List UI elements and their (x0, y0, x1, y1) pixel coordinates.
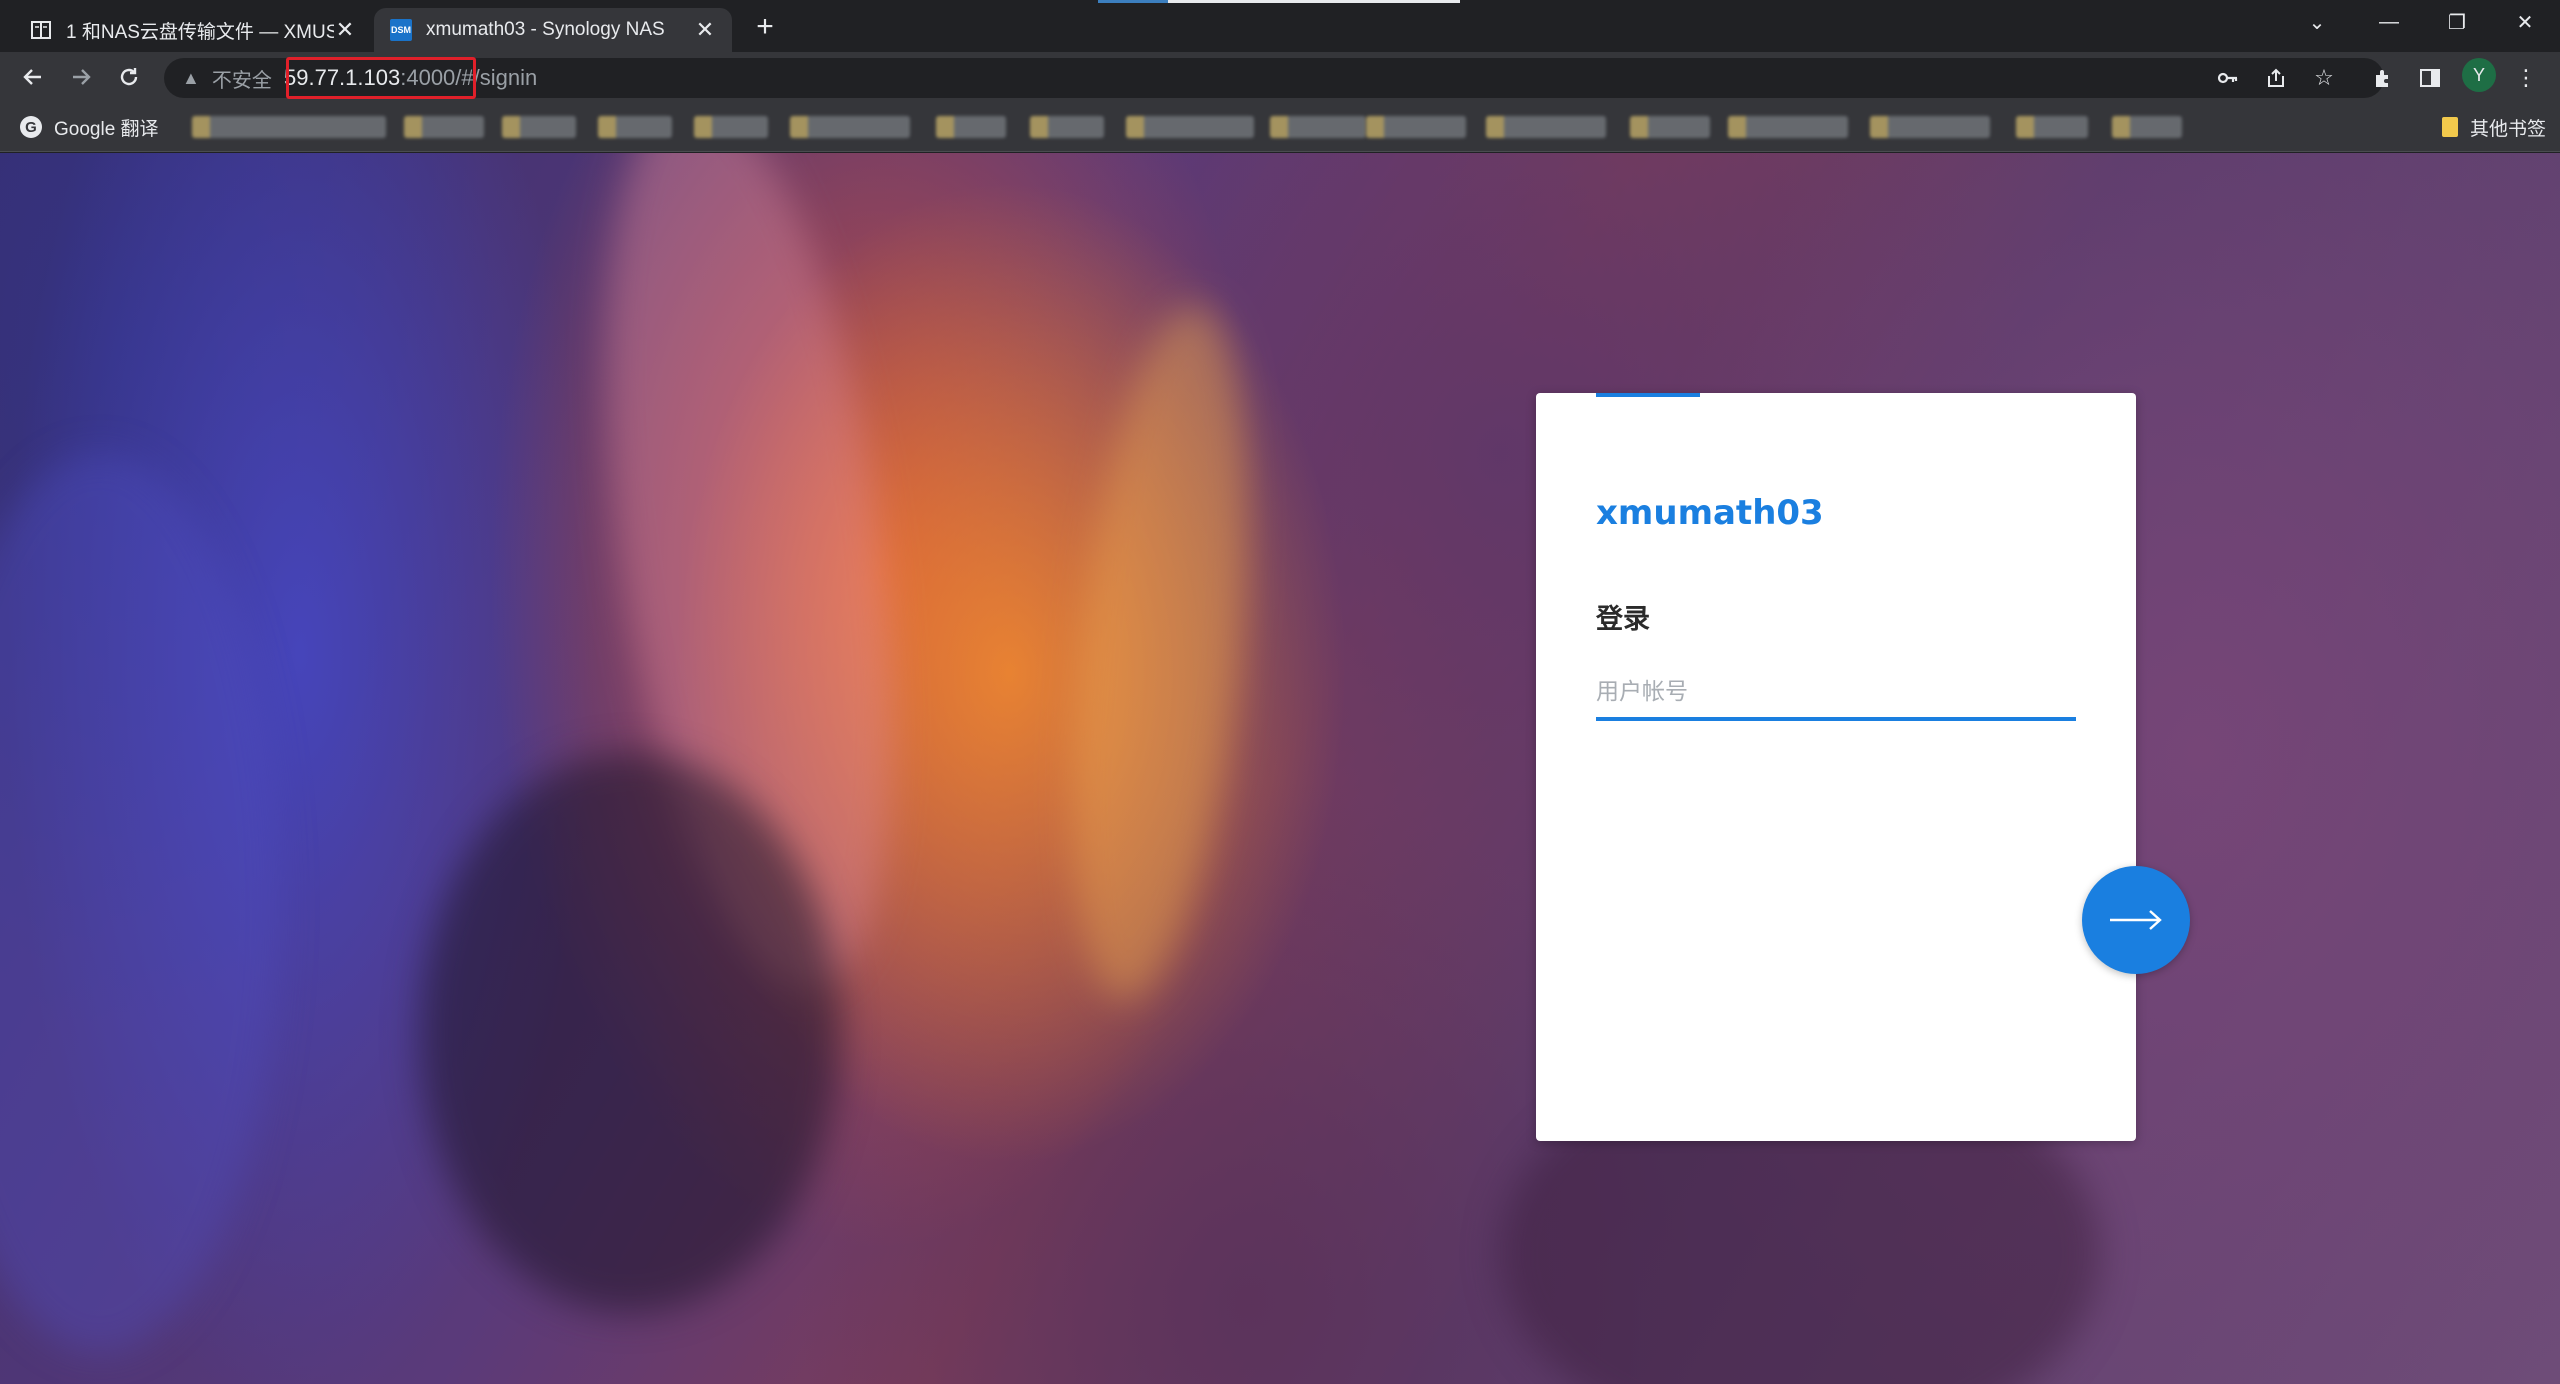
login-page-background: xmumath03 登录 (0, 153, 2560, 1384)
bookmark-item-blurred[interactable] (1630, 116, 1710, 138)
bookmark-item-blurred[interactable] (502, 116, 576, 138)
window-close-button[interactable]: ✕ (2492, 0, 2558, 44)
bookmark-item-blurred[interactable] (694, 116, 768, 138)
tab-title: xmumath03 - Synology NAS (426, 19, 665, 40)
warning-icon: ▲ (182, 67, 200, 88)
address-bar[interactable]: ▲ 不安全 59.77.1.103:4000/#/signin ☆ (164, 57, 2560, 99)
url-highlight-box (286, 57, 476, 99)
server-name: xmumath03 (1596, 493, 1824, 533)
forward-button[interactable] (62, 58, 100, 96)
star-icon[interactable]: ☆ (2304, 58, 2344, 98)
bookmark-item-blurred[interactable] (1030, 116, 1104, 138)
bookmark-item-blurred[interactable] (2016, 116, 2088, 138)
login-card: xmumath03 登录 (1536, 393, 2136, 1141)
key-icon[interactable] (2208, 58, 2248, 98)
bookmark-item-blurred[interactable] (2112, 116, 2182, 138)
username-input[interactable] (1596, 665, 2076, 721)
profile-avatar[interactable]: Y (2462, 58, 2496, 92)
bookmark-item-blurred[interactable] (1870, 116, 1990, 138)
bookmark-item-blurred[interactable] (790, 116, 910, 138)
login-heading: 登录 (1596, 604, 1650, 634)
arrow-right-icon (73, 69, 91, 85)
folder-icon (2441, 117, 2458, 137)
close-icon[interactable]: ✕ (334, 17, 356, 43)
bookmark-item-blurred[interactable] (1270, 116, 1366, 138)
card-accent-bar (1596, 393, 1700, 397)
browser-toolbar: ▲ 不安全 59.77.1.103:4000/#/signin ☆ Y ⋮ (0, 52, 2560, 102)
extensions-icon[interactable] (2364, 58, 2404, 98)
tab-strip: 1 和NAS云盘传输文件 — XMUS ✕ DSM xmumath03 - Sy… (0, 0, 2560, 52)
other-bookmarks-label: 其他书签 (2469, 118, 2546, 140)
globe-icon: G (20, 116, 42, 138)
next-button[interactable] (2082, 866, 2190, 974)
security-label: 不安全 (211, 69, 272, 92)
back-button[interactable] (14, 58, 52, 96)
other-bookmarks[interactable]: 其他书签 (2441, 102, 2546, 152)
bookmark-item-blurred[interactable] (1486, 116, 1606, 138)
side-panel-icon[interactable] (2410, 58, 2450, 98)
bookmark-label: Google 翻译 (54, 118, 159, 140)
restore-button[interactable]: ❐ (2424, 0, 2490, 44)
arrow-right-icon (2110, 910, 2162, 930)
tab-synology-nas[interactable]: DSM xmumath03 - Synology NAS ✕ (374, 8, 732, 52)
canyon-highlight (0, 453, 280, 1353)
minimize-button[interactable]: — (2356, 0, 2422, 44)
bookmarks-bar: G Google 翻译 其他书签 (0, 102, 2560, 152)
dsm-icon: DSM (390, 19, 412, 41)
bookmark-google-translate[interactable]: G Google 翻译 (20, 102, 159, 152)
share-icon[interactable] (2256, 58, 2296, 98)
canyon-highlight (1043, 296, 1277, 1010)
dsm-favicon-text: DSM (390, 19, 412, 41)
bookmark-item-blurred[interactable] (404, 116, 484, 138)
bookmark-item-blurred[interactable] (1728, 116, 1848, 138)
chevron-down-icon[interactable]: ⌄ (2284, 0, 2350, 44)
canyon-shadow (420, 753, 840, 1313)
bookmark-item-blurred[interactable] (598, 116, 672, 138)
tab-loading-bar-accent (1098, 0, 1168, 3)
bookmark-item-blurred[interactable] (936, 116, 1006, 138)
more-menu-icon[interactable]: ⋮ (2506, 58, 2546, 98)
reload-button[interactable] (110, 58, 148, 96)
close-icon[interactable]: ✕ (694, 17, 716, 43)
security-indicator[interactable]: ▲ 不安全 (182, 58, 272, 98)
bookmark-item-blurred[interactable] (192, 116, 386, 138)
book-icon (30, 19, 52, 41)
arrow-left-icon (23, 69, 41, 85)
tab-title: 1 和NAS云盘传输文件 — XMUS (66, 21, 334, 43)
tab-nas-transfer[interactable]: 1 和NAS云盘传输文件 — XMUS ✕ (14, 8, 372, 52)
bookmark-item-blurred[interactable] (1366, 116, 1466, 138)
bookmark-item-blurred[interactable] (1126, 116, 1254, 138)
new-tab-button[interactable]: + (748, 10, 782, 44)
reload-icon (120, 68, 138, 86)
